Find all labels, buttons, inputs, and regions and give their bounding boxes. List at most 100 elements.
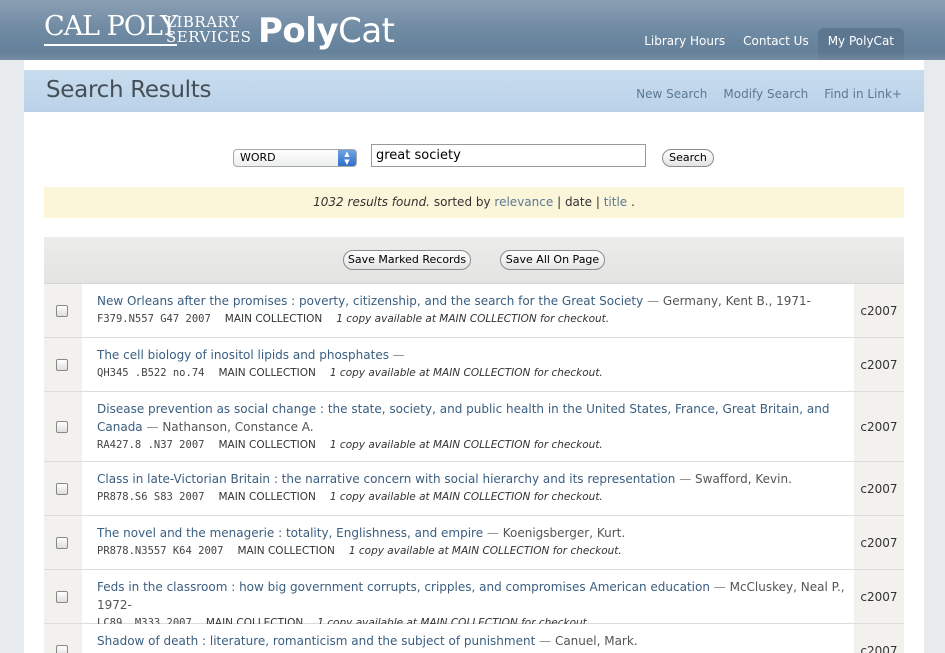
nav-contact-us[interactable]: Contact Us — [734, 28, 818, 54]
result-body: Class in late-Victorian Britain : the na… — [97, 470, 847, 506]
availability-status: 1 copy available at MAIN COLLECTION for … — [329, 491, 603, 503]
select-arrows-icon: ▲ ▼ — [338, 150, 356, 166]
result-date: c2007 — [854, 516, 904, 569]
result-author: Nathanson, Constance A. — [162, 420, 314, 434]
result-author: Koenigsberger, Kurt. — [502, 526, 626, 540]
result-date: c2007 — [854, 570, 904, 623]
results-count: 1032 results found. — [313, 195, 430, 209]
result-title-link[interactable]: Class in late-Victorian Britain : the na… — [97, 472, 675, 486]
checkbox-cell — [44, 624, 82, 653]
library-services-logo[interactable]: LIBRARY SERVICES — [166, 15, 251, 45]
result-date: c2007 — [854, 392, 904, 461]
result-body: The cell biology of inositol lipids and … — [97, 346, 847, 382]
polycat-logo[interactable]: PolyCat — [258, 8, 395, 54]
save-all-on-page-button[interactable]: Save All On Page — [500, 250, 605, 270]
result-row: Disease prevention as social change : th… — [44, 392, 904, 462]
collection-name: MAIN COLLECTION — [218, 491, 316, 503]
author-separator: — — [483, 526, 503, 540]
results-summary: 1032 results found. sorted by relevance … — [44, 187, 904, 218]
result-row: Feds in the classroom : how big governme… — [44, 570, 904, 629]
result-row: The novel and the menagerie : totality, … — [44, 516, 904, 570]
page-title: Search Results — [46, 77, 212, 103]
checkbox-cell — [44, 338, 82, 391]
result-title-link[interactable]: Shadow of death : literature, romanticis… — [97, 634, 535, 648]
result-author: Swafford, Kevin. — [695, 472, 792, 486]
summary-end: . — [631, 195, 635, 209]
mark-record-checkbox[interactable] — [56, 591, 68, 603]
result-holdings: PR878.N3557 K64 2007 MAIN COLLECTION 1 cop… — [97, 542, 847, 560]
mark-record-checkbox[interactable] — [56, 537, 68, 549]
mark-record-checkbox[interactable] — [56, 305, 68, 317]
checkbox-cell — [44, 284, 82, 337]
results-toolbar: Save Marked Records Save All On Page — [44, 237, 904, 284]
call-number: PR878.S6 S83 2007 — [97, 491, 205, 503]
result-date: c2007 — [854, 462, 904, 515]
search-button[interactable]: Search — [662, 149, 714, 167]
result-holdings: RA427.8 .N37 2007 MAIN COLLECTION 1 copy a… — [97, 436, 847, 454]
result-title-line: Feds in the classroom : how big governme… — [97, 578, 847, 614]
results-subnav: New Search Modify Search Find in Link+ — [636, 87, 902, 101]
result-title-link[interactable]: New Orleans after the promises : poverty… — [97, 294, 643, 308]
result-date: c2007 — [854, 338, 904, 391]
mark-record-checkbox[interactable] — [56, 483, 68, 495]
collection-name: MAIN COLLECTION — [218, 439, 316, 451]
result-row: Shadow of death : literature, romanticis… — [44, 624, 904, 653]
save-marked-records-button[interactable]: Save Marked Records — [343, 250, 471, 270]
call-number: PR878.N3557 K64 2007 — [97, 545, 224, 557]
calpoly-logo-text: CAL POLY — [44, 11, 178, 42]
search-type-select[interactable]: WORD ▲ ▼ — [233, 149, 357, 167]
result-body: The novel and the menagerie : totality, … — [97, 524, 847, 560]
result-author: Germany, Kent B., 1971- — [662, 294, 811, 308]
call-number: F379.N557 G47 2007 — [97, 313, 211, 325]
author-separator: — — [535, 634, 555, 648]
results-list: New Orleans after the promises : poverty… — [44, 284, 904, 653]
calpoly-logo-underline — [44, 44, 177, 46]
result-author: Canuel, Mark. — [554, 634, 638, 648]
sort-title-link[interactable]: title — [604, 195, 627, 209]
checkbox-cell — [44, 392, 82, 461]
mark-record-checkbox[interactable] — [56, 359, 68, 371]
result-body: Disease prevention as social change : th… — [97, 400, 847, 454]
collection-name: MAIN COLLECTION — [218, 367, 316, 379]
availability-status: 1 copy available at MAIN COLLECTION for … — [329, 439, 603, 451]
result-holdings: QH345 .B522 no.74 MAIN COLLECTION 1 copy a… — [97, 364, 847, 382]
nav-library-hours[interactable]: Library Hours — [635, 28, 734, 54]
availability-status: 1 copy available at MAIN COLLECTION for … — [348, 545, 622, 557]
availability-status: 1 copy available at MAIN COLLECTION for … — [336, 313, 610, 325]
result-title-link[interactable]: The cell biology of inositol lipids and … — [97, 348, 389, 362]
result-holdings: PR878.S6 S83 2007 MAIN COLLECTION 1 copy a… — [97, 488, 847, 506]
collection-name: MAIN COLLECTION — [237, 545, 335, 557]
checkbox-cell — [44, 570, 82, 623]
call-number: QH345 .B522 no.74 — [97, 367, 205, 379]
nav-my-polycat[interactable]: My PolyCat — [817, 28, 904, 60]
calpoly-logo[interactable]: CAL POLY — [44, 11, 178, 46]
author-separator: — — [388, 348, 405, 362]
sort-date-current: date — [564, 195, 592, 209]
site-header: CAL POLY LIBRARY SERVICES PolyCat Librar… — [0, 0, 945, 60]
sort-relevance-link[interactable]: relevance — [494, 195, 553, 209]
sort-separator: | — [595, 195, 600, 209]
collection-name: MAIN COLLECTION — [224, 313, 323, 325]
result-date: c2007 — [854, 284, 904, 337]
result-title-line: New Orleans after the promises : poverty… — [97, 292, 847, 310]
modify-search-link[interactable]: Modify Search — [723, 87, 808, 101]
sorted-by-label: sorted by — [433, 195, 491, 209]
new-search-link[interactable]: New Search — [636, 87, 707, 101]
result-holdings: F379.N557 G47 2007 MAIN COLLECTION 1 copy … — [97, 310, 847, 328]
call-number: RA427.8 .N37 2007 — [97, 439, 205, 451]
mark-record-checkbox[interactable] — [56, 645, 68, 653]
result-title-line: Class in late-Victorian Britain : the na… — [97, 470, 847, 488]
result-title-link[interactable]: The novel and the menagerie : totality, … — [97, 526, 483, 540]
author-separator: — — [643, 294, 663, 308]
library-logo-line2: SERVICES — [166, 28, 252, 46]
result-body: Shadow of death : literature, romanticis… — [97, 632, 847, 650]
search-type-value: WORD — [240, 151, 276, 164]
polycat-logo-bold: Poly — [258, 11, 339, 51]
availability-status: 1 copy available at MAIN COLLECTION for … — [329, 367, 603, 379]
mark-record-checkbox[interactable] — [56, 421, 68, 433]
result-title-link[interactable]: Feds in the classroom : how big governme… — [97, 580, 710, 594]
result-row: Class in late-Victorian Britain : the na… — [44, 462, 904, 516]
author-separator: — — [675, 472, 696, 486]
search-input[interactable]: great society — [371, 144, 646, 167]
find-in-link-plus-link[interactable]: Find in Link+ — [824, 87, 902, 101]
